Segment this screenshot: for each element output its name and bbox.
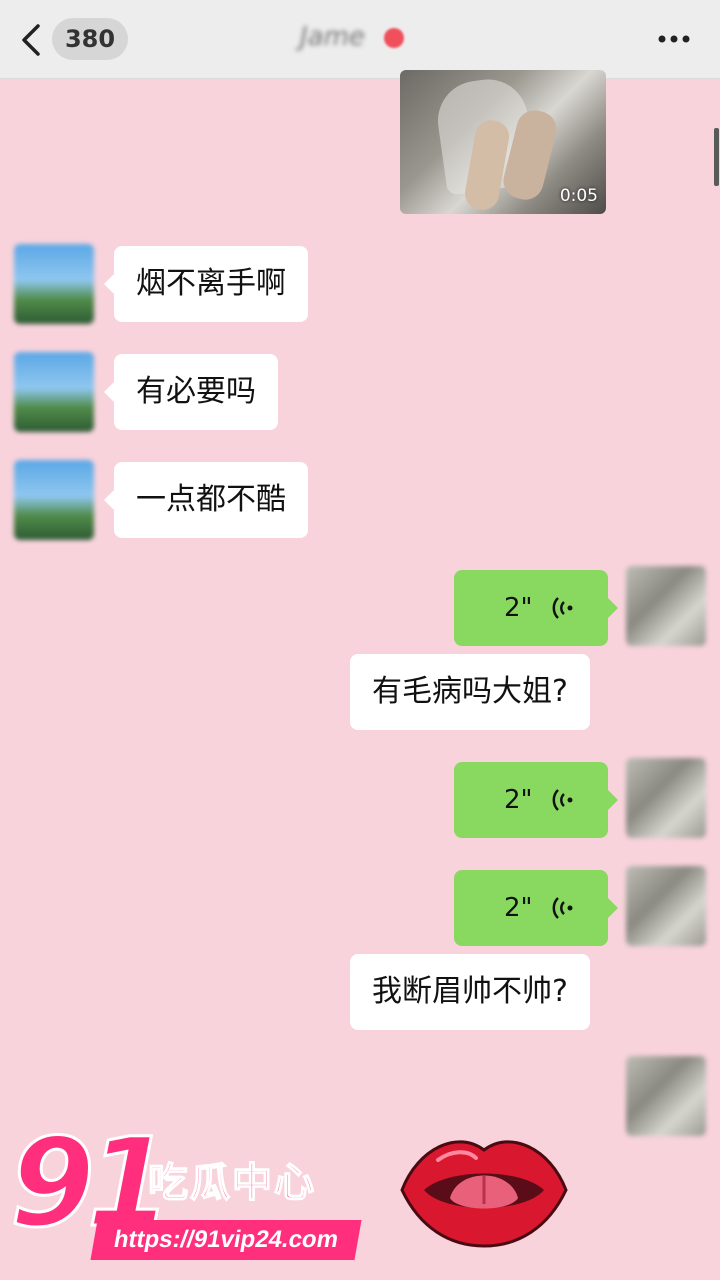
self-avatar[interactable] xyxy=(626,566,706,646)
voice-message-bubble[interactable]: 2" xyxy=(454,762,618,838)
scrollbar-thumb[interactable] xyxy=(714,128,719,186)
unread-count-badge[interactable]: 380 xyxy=(52,18,128,60)
logo-url: https://91vip24.com xyxy=(90,1220,362,1260)
back-chevron-icon[interactable] xyxy=(18,20,46,60)
voice-wave-icon xyxy=(552,597,573,619)
contact-avatar[interactable] xyxy=(14,352,94,432)
message-bubble-incoming[interactable]: 烟不离手啊 xyxy=(104,246,308,322)
voice-duration: 2" xyxy=(504,785,533,815)
more-options-icon[interactable] xyxy=(654,24,694,54)
self-avatar[interactable] xyxy=(626,866,706,946)
contact-avatar[interactable] xyxy=(14,460,94,540)
voice-wave-icon xyxy=(552,897,573,919)
voice-duration: 2" xyxy=(504,593,533,623)
status-dot xyxy=(384,28,404,48)
message-bubble-outgoing[interactable]: 我断眉帅不帅? xyxy=(350,954,590,1030)
logo-name: 吃瓜中心 xyxy=(147,1159,316,1207)
voice-wave-icon xyxy=(552,789,573,811)
video-message-thumbnail[interactable]: 0:05 xyxy=(400,70,606,214)
message-bubble-incoming[interactable]: 一点都不酷 xyxy=(104,462,308,538)
message-bubble-incoming[interactable]: 有必要吗 xyxy=(104,354,278,430)
message-bubble-outgoing[interactable]: 有毛病吗大姐? xyxy=(350,654,590,730)
video-duration: 0:05 xyxy=(559,186,598,206)
voice-message-bubble[interactable]: 2" xyxy=(454,870,618,946)
voice-duration: 2" xyxy=(504,893,533,923)
lips-sticker-icon xyxy=(400,1140,568,1248)
chat-header: 380 Jame xyxy=(0,0,720,79)
self-avatar[interactable] xyxy=(626,758,706,838)
voice-message-bubble[interactable]: 2" xyxy=(454,570,618,646)
watermark-logo: 91 吃瓜中心 https://91vip24.com xyxy=(9,1111,362,1266)
contact-name: Jame xyxy=(300,22,365,52)
self-avatar[interactable] xyxy=(626,1056,706,1136)
contact-avatar[interactable] xyxy=(14,244,94,324)
